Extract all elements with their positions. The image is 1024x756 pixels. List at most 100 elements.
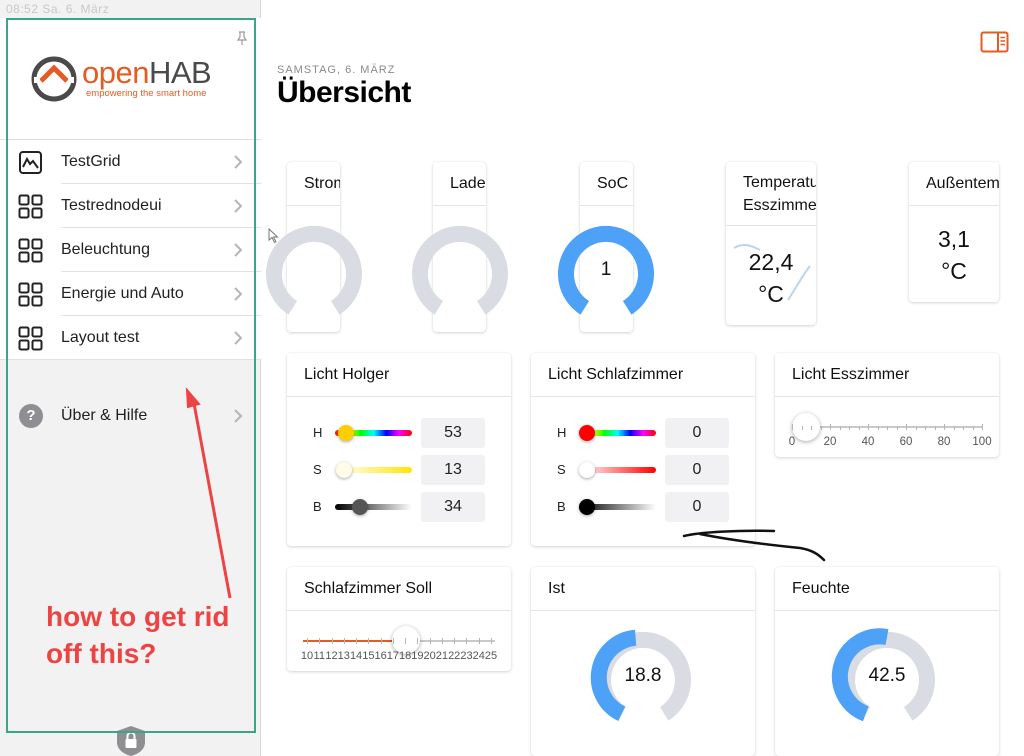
slider-tick-label: 23 bbox=[460, 650, 473, 662]
card-title: Außentempe bbox=[909, 162, 999, 206]
slider-tick-mark bbox=[319, 638, 321, 644]
slider-tick-mark bbox=[466, 638, 468, 644]
slider-tick-label: 12 bbox=[325, 650, 338, 662]
slider-tick-label: 25 bbox=[484, 650, 498, 662]
slider-tick-label: 20 bbox=[823, 436, 837, 448]
slider-tick-mark bbox=[944, 424, 945, 430]
brightness-value[interactable]: 34 bbox=[421, 492, 485, 522]
brightness-label: B bbox=[313, 499, 322, 514]
sidebar-nav-list: TestGrid Testrednodeui Beleuchtung Energ… bbox=[0, 140, 261, 360]
grid-icon bbox=[18, 238, 43, 263]
slider-tick-mark bbox=[839, 426, 841, 430]
slider-tick-mark bbox=[963, 426, 964, 430]
chevron-right-icon bbox=[234, 409, 243, 423]
card-schlafzimmer-soll[interactable]: Schlafzimmer Soll 10 11 12 13 14 15 16 17 18 19 20… bbox=[287, 567, 511, 671]
brightness-row: B 34 bbox=[287, 492, 487, 522]
sidebar-item-help[interactable]: ? Über & Hilfe bbox=[0, 395, 261, 439]
slider-tick-label: 24 bbox=[472, 650, 485, 662]
card-title: Licht Esszimmer bbox=[775, 353, 999, 397]
brightness-slider-track[interactable] bbox=[335, 504, 412, 510]
brightness-slider-knob[interactable] bbox=[579, 499, 595, 515]
brightness-label: B bbox=[557, 499, 566, 514]
card-temperatur-esszimmer[interactable]: Temperatur Esszimmer 22,4 °C bbox=[726, 162, 816, 325]
card-title: Strom bbox=[287, 162, 340, 206]
card-title: Ist bbox=[531, 567, 755, 611]
slider-tick-label: 19 bbox=[411, 650, 424, 662]
slider-tick-mark bbox=[934, 426, 936, 430]
hue-slider-knob[interactable] bbox=[579, 425, 595, 441]
slider-tick-mark bbox=[307, 638, 308, 644]
hue-row: H 0 bbox=[531, 418, 731, 448]
slider-tick-mark bbox=[405, 638, 407, 644]
gauge-ladeleistung bbox=[412, 225, 508, 315]
card-aussentemperatur[interactable]: Außentempe 3,1 °C bbox=[909, 162, 999, 302]
slider-tick-mark bbox=[331, 638, 333, 644]
slider-tick-mark bbox=[429, 638, 431, 644]
slider-tick-label: 60 bbox=[899, 436, 913, 448]
sidebar-item-label: Layout test bbox=[61, 329, 140, 346]
slider-tick-label: 11 bbox=[313, 650, 325, 662]
sidebar-item-testgrid[interactable]: TestGrid bbox=[0, 140, 261, 184]
card-title: Feuchte bbox=[775, 567, 999, 611]
slider-tick-mark bbox=[417, 638, 419, 644]
slider-tick-label: 40 bbox=[861, 436, 875, 448]
slider-tick-mark bbox=[906, 424, 907, 430]
slider-tick-mark bbox=[849, 426, 850, 430]
slider-tick-label: 16 bbox=[374, 650, 387, 662]
page-title: Übersicht bbox=[277, 76, 411, 109]
sidebar-item-label: Über & Hilfe bbox=[61, 407, 148, 424]
hue-label: H bbox=[313, 425, 323, 440]
slider-tick-mark bbox=[820, 426, 822, 430]
saturation-slider-knob[interactable] bbox=[579, 462, 595, 478]
slider-tick-mark bbox=[982, 424, 983, 430]
slider-tick-label: 17 bbox=[386, 650, 399, 662]
card-feuchte[interactable]: Feuchte 42.5 bbox=[775, 567, 999, 756]
brightness-row: B 0 bbox=[531, 492, 731, 522]
question-icon: ? bbox=[19, 404, 43, 428]
slider-tick-label: 10 bbox=[300, 650, 314, 662]
chevron-right-icon bbox=[234, 287, 243, 301]
hue-value[interactable]: 0 bbox=[665, 418, 729, 448]
pin-icon[interactable] bbox=[234, 30, 250, 46]
hue-value[interactable]: 53 bbox=[421, 418, 485, 448]
slider-tick-label: 18 bbox=[399, 650, 412, 662]
sidebar-toggle-icon[interactable] bbox=[980, 31, 1009, 53]
slider-tick-mark bbox=[972, 426, 974, 430]
saturation-value[interactable]: 13 bbox=[421, 455, 485, 485]
slider-tick-mark bbox=[925, 426, 926, 430]
slider-tick-mark bbox=[868, 424, 869, 430]
hue-row: H 53 bbox=[287, 418, 487, 448]
card-licht-schlafzimmer[interactable]: Licht Schlafzimmer H 0 S 0 B 0 bbox=[531, 353, 755, 546]
slider-tick-mark bbox=[441, 638, 443, 644]
saturation-row: S 13 bbox=[287, 455, 487, 485]
slider-tick-mark bbox=[887, 426, 888, 430]
card-ist[interactable]: Ist 18.8 bbox=[531, 567, 755, 756]
saturation-slider-knob[interactable] bbox=[336, 462, 352, 478]
slider-tick-mark bbox=[368, 638, 370, 644]
sidebar-item-testrednodeui[interactable]: Testrednodeui bbox=[0, 184, 261, 228]
sidebar-logo-area: openHAB empowering the smart home bbox=[0, 18, 261, 140]
sidebar-item-energie-und-auto[interactable]: Energie und Auto bbox=[0, 272, 261, 316]
saturation-value[interactable]: 0 bbox=[665, 455, 729, 485]
slider-tick-label: 22 bbox=[448, 650, 461, 662]
slider-tick-label: 0 bbox=[788, 436, 796, 448]
hue-slider-knob[interactable] bbox=[338, 425, 354, 441]
gauge-value-soc: 1 bbox=[600, 259, 612, 280]
sidebar-item-beleuchtung[interactable]: Beleuchtung bbox=[0, 228, 261, 272]
slider-tick-mark bbox=[392, 638, 394, 644]
hue-label: H bbox=[557, 425, 567, 440]
slider-tick-mark bbox=[811, 426, 812, 430]
grid-icon bbox=[18, 194, 43, 219]
dimmer-slider-knob[interactable] bbox=[792, 413, 820, 441]
slider-tick-label: 21 bbox=[435, 650, 449, 662]
card-licht-esszimmer[interactable]: Licht Esszimmer 0 20 40 60 80 100 bbox=[775, 353, 999, 457]
chevron-right-icon bbox=[234, 243, 243, 257]
brightness-slider-knob[interactable] bbox=[352, 499, 368, 515]
chevron-right-icon bbox=[234, 199, 243, 213]
brightness-value[interactable]: 0 bbox=[665, 492, 729, 522]
status-bar-time: 08:52 Sa. 6. März bbox=[6, 2, 110, 16]
sidebar-item-layout-test[interactable]: Layout test bbox=[0, 316, 261, 360]
lock-icon[interactable] bbox=[117, 726, 145, 756]
card-licht-holger[interactable]: Licht Holger H 53 S 13 B 34 bbox=[287, 353, 511, 546]
chevron-right-icon bbox=[234, 155, 243, 169]
